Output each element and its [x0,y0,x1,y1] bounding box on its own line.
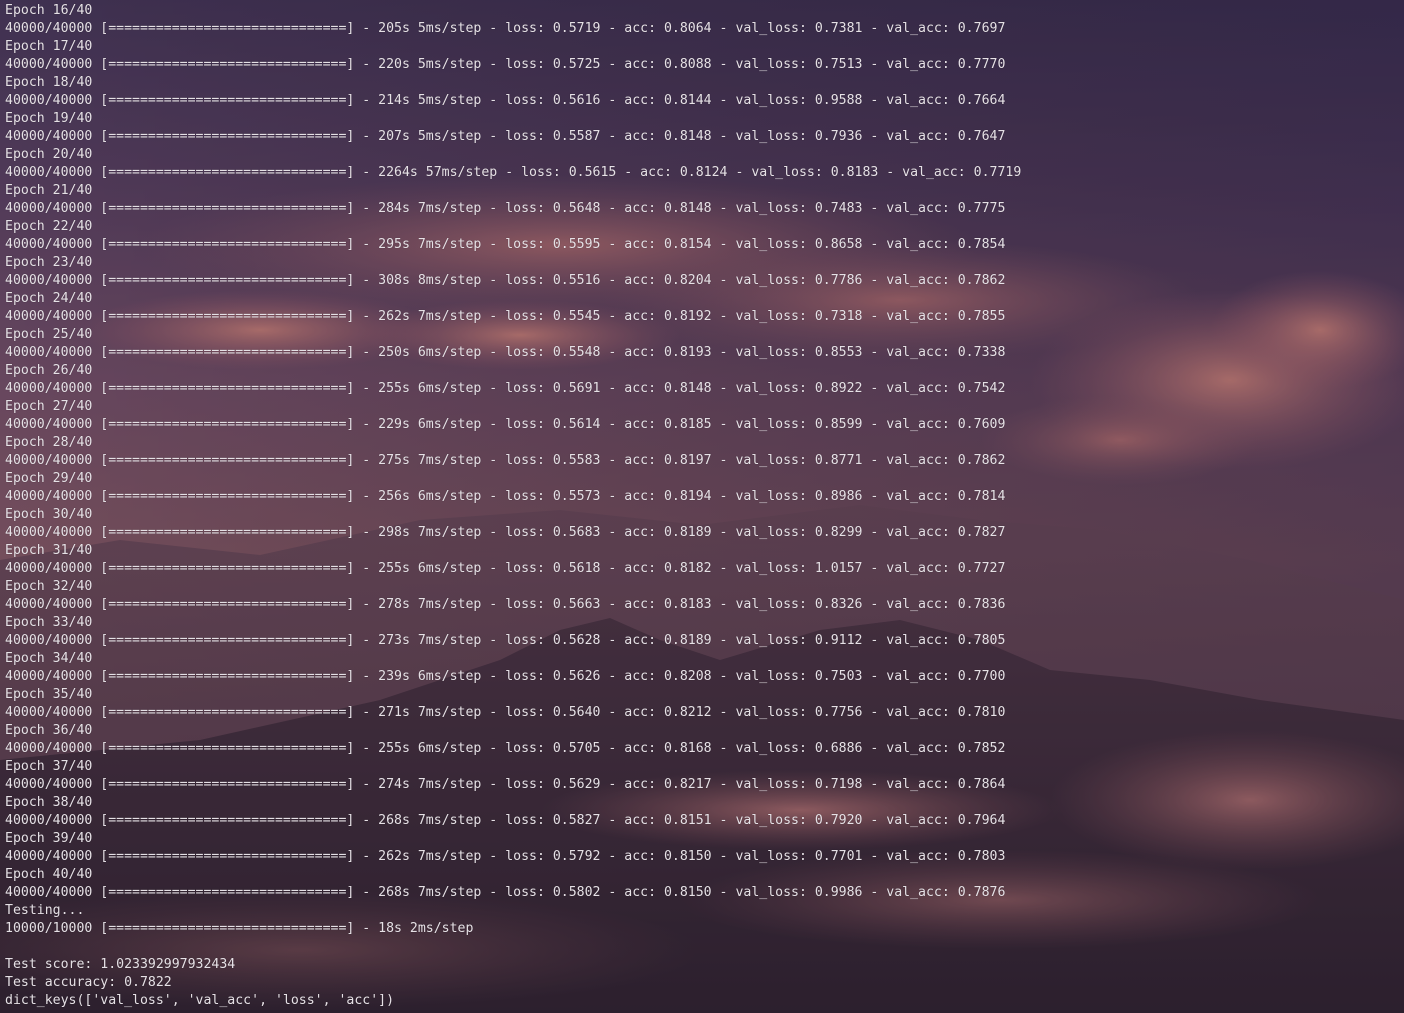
terminal-line: Epoch 25/40 [5,327,93,342]
terminal-output: Epoch 16/40 40000/40000 [================… [0,0,1404,1013]
terminal-line: 40000/40000 [===========================… [5,345,1006,360]
terminal-line: 40000/40000 [===========================… [5,849,1006,864]
terminal-line: 40000/40000 [===========================… [5,309,1006,324]
terminal-line: Epoch 22/40 [5,219,93,234]
terminal-line: 40000/40000 [===========================… [5,237,1006,252]
terminal-line: 40000/40000 [===========================… [5,273,1006,288]
terminal-line: Epoch 24/40 [5,291,93,306]
terminal-line: 40000/40000 [===========================… [5,165,1022,180]
terminal-line: Epoch 35/40 [5,687,93,702]
terminal-line: Epoch 21/40 [5,183,93,198]
terminal-line: 10000/10000 [===========================… [5,921,474,936]
terminal-line: 40000/40000 [===========================… [5,885,1006,900]
terminal-line: Test score: 1.023392997932434 [5,957,236,972]
terminal-line: Epoch 33/40 [5,615,93,630]
terminal-line: 40000/40000 [===========================… [5,21,1006,36]
terminal-line: Epoch 29/40 [5,471,93,486]
terminal-line: Epoch 27/40 [5,399,93,414]
terminal-line: 40000/40000 [===========================… [5,93,1006,108]
terminal-line: Epoch 23/40 [5,255,93,270]
terminal-line: Epoch 34/40 [5,651,93,666]
terminal-line: Epoch 17/40 [5,39,93,54]
terminal-line: 40000/40000 [===========================… [5,489,1006,504]
terminal-line: Epoch 30/40 [5,507,93,522]
terminal-line: 40000/40000 [===========================… [5,669,1006,684]
terminal-line: Test accuracy: 0.7822 [5,975,172,990]
terminal-line: Epoch 31/40 [5,543,93,558]
terminal-line: 40000/40000 [===========================… [5,417,1006,432]
terminal-line: Epoch 32/40 [5,579,93,594]
terminal-line: Epoch 19/40 [5,111,93,126]
terminal-line: Epoch 28/40 [5,435,93,450]
terminal-line: 40000/40000 [===========================… [5,597,1006,612]
terminal-line: 40000/40000 [===========================… [5,129,1006,144]
terminal-line: 40000/40000 [===========================… [5,201,1006,216]
terminal-line: 40000/40000 [===========================… [5,705,1006,720]
terminal-line: 40000/40000 [===========================… [5,381,1006,396]
terminal-line: Epoch 38/40 [5,795,93,810]
terminal-line: 40000/40000 [===========================… [5,561,1006,576]
terminal-line: Epoch 26/40 [5,363,93,378]
terminal-line: Epoch 39/40 [5,831,93,846]
terminal-line: Epoch 40/40 [5,867,93,882]
terminal-line: 40000/40000 [===========================… [5,57,1006,72]
terminal-line: dict_keys(['val_loss', 'val_acc', 'loss'… [5,993,395,1008]
terminal-line: 40000/40000 [===========================… [5,813,1006,828]
terminal-line: Epoch 37/40 [5,759,93,774]
terminal-line: Testing... [5,903,85,918]
terminal-line: Epoch 36/40 [5,723,93,738]
terminal-line: Epoch 20/40 [5,147,93,162]
terminal-line: Epoch 18/40 [5,75,93,90]
terminal-line: Epoch 16/40 [5,3,93,18]
terminal-line: 40000/40000 [===========================… [5,777,1006,792]
terminal-line: 40000/40000 [===========================… [5,525,1006,540]
terminal-line: 40000/40000 [===========================… [5,453,1006,468]
terminal-line: 40000/40000 [===========================… [5,741,1006,756]
terminal-line: 40000/40000 [===========================… [5,633,1006,648]
